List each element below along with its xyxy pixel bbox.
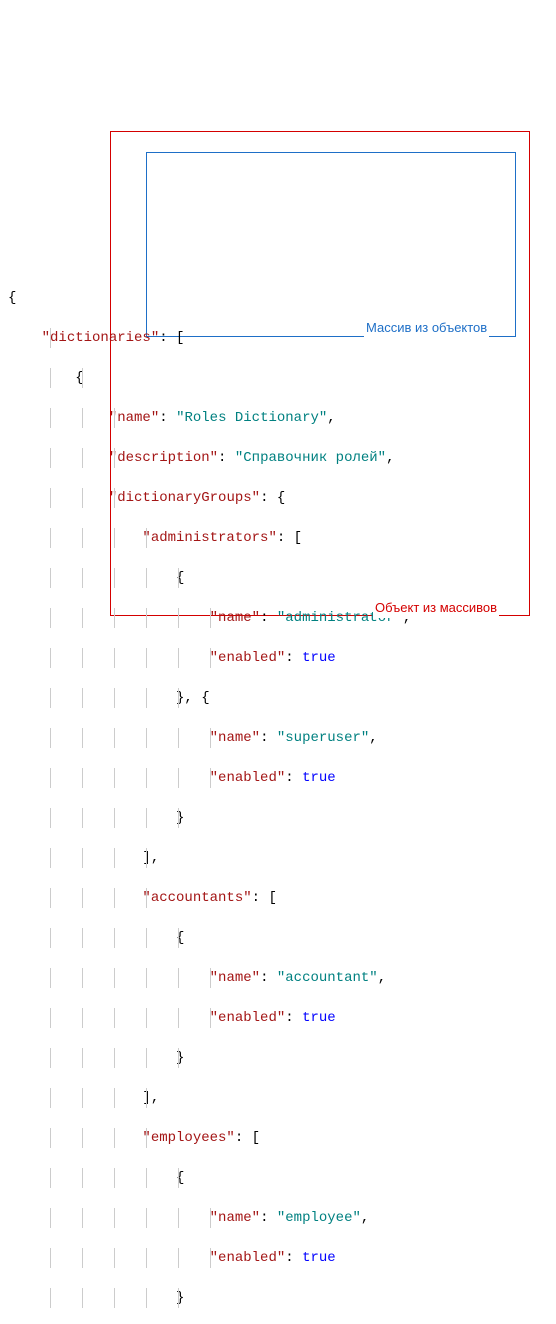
json-key: "enabled" [210, 650, 286, 666]
punct: : [ [235, 1130, 260, 1146]
json-key: "enabled" [210, 770, 286, 786]
code-line: { [8, 1168, 556, 1188]
punct: : [ [277, 530, 302, 546]
json-key: "dictionaryGroups" [109, 490, 260, 506]
json-key: "name" [109, 410, 159, 426]
punct: : [ [159, 330, 184, 346]
code-content: { "dictionaries": [ { "name": "Roles Dic… [8, 268, 556, 1324]
code-line: "enabled": true [8, 648, 556, 668]
code-line: } [8, 1288, 556, 1308]
code-line: { [8, 288, 556, 308]
json-string: "employee" [277, 1210, 361, 1226]
json-key: "enabled" [210, 1010, 286, 1026]
json-key: "dictionaries" [42, 330, 160, 346]
code-line: { [8, 368, 556, 388]
code-line: { [8, 928, 556, 948]
json-key: "name" [210, 970, 260, 986]
code-line: "name": "superuser", [8, 728, 556, 748]
code-line: } [8, 808, 556, 828]
json-key: "name" [210, 1210, 260, 1226]
code-line: ], [8, 848, 556, 868]
json-key: "employees" [142, 1130, 234, 1146]
brace-close-open: }, { [176, 690, 210, 706]
code-line: }, { [8, 688, 556, 708]
code-line: } [8, 1048, 556, 1068]
json-bool: true [302, 1010, 336, 1026]
code-line: ], [8, 1088, 556, 1108]
json-string: "accountant" [277, 970, 378, 986]
bracket-close: ], [142, 1090, 159, 1106]
json-code-block: Массив из объектов Объект из массивов { … [8, 8, 556, 1324]
punct: : { [260, 490, 285, 506]
code-line: "enabled": true [8, 768, 556, 788]
annotation-array-of-objects: Массив из объектов [364, 318, 489, 338]
code-line: "enabled": true [8, 1008, 556, 1028]
code-line: "accountants": [ [8, 888, 556, 908]
annotation-object-of-arrays: Объект из массивов [373, 598, 499, 618]
code-line: "name": "accountant", [8, 968, 556, 988]
code-line: "description": "Справочник ролей", [8, 448, 556, 468]
json-string: "Справочник ролей" [235, 450, 386, 466]
code-line: "dictionaryGroups": { [8, 488, 556, 508]
punct: : [ [252, 890, 277, 906]
json-bool: true [302, 770, 336, 786]
code-line: "name": "employee", [8, 1208, 556, 1228]
json-bool: true [302, 1250, 336, 1266]
json-string: "Roles Dictionary" [176, 410, 327, 426]
json-key: "administrators" [142, 530, 276, 546]
code-line: { [8, 568, 556, 588]
json-key: "name" [210, 610, 260, 626]
code-line: "name": "Roles Dictionary", [8, 408, 556, 428]
json-key: "description" [109, 450, 218, 466]
code-line: "employees": [ [8, 1128, 556, 1148]
json-key: "accountants" [142, 890, 251, 906]
code-line: "enabled": true [8, 1248, 556, 1268]
json-string: "superuser" [277, 730, 369, 746]
json-bool: true [302, 650, 336, 666]
brace-open: { [8, 290, 16, 306]
code-line: "administrators": [ [8, 528, 556, 548]
json-key: "name" [210, 730, 260, 746]
bracket-close: ], [142, 850, 159, 866]
json-key: "enabled" [210, 1250, 286, 1266]
